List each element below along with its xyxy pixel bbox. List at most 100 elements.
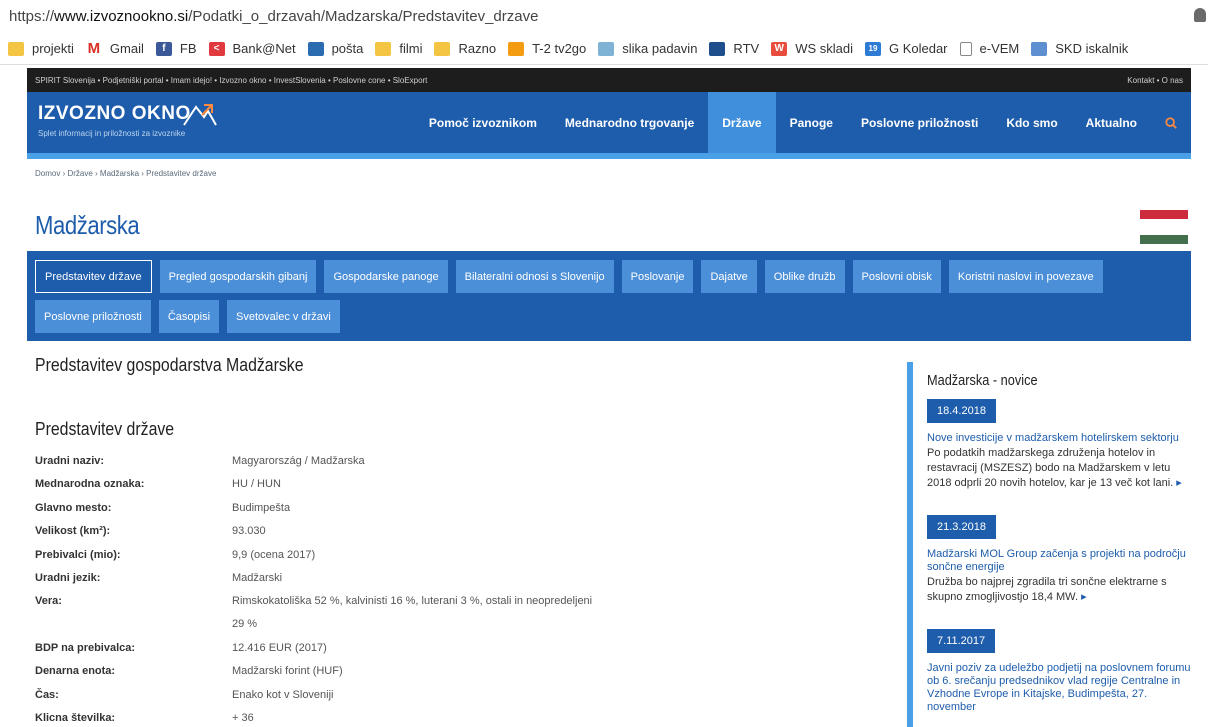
- country-tabs: Predstavitev države Pregled gospodarskih …: [27, 251, 1191, 341]
- calendar-icon: 19: [864, 41, 881, 56]
- fact-label: BDP na prebivalca:: [35, 641, 136, 654]
- fact-value-line: Rimskokatoliška 52 %, kalvinisti 16 %, l…: [232, 595, 593, 607]
- bookmark-11[interactable]: 19 G Koledar: [864, 41, 948, 56]
- bookmark-10[interactable]: W WS skladi: [771, 41, 853, 56]
- fact-label: Prebivalci (mio):: [35, 548, 121, 561]
- news-title-link[interactable]: Nove investicije v madžarskem hotelirske…: [927, 432, 1197, 445]
- nav-item-3[interactable]: Panoge: [776, 92, 847, 153]
- tab-10[interactable]: Časopisi: [158, 300, 220, 333]
- nav-item-0[interactable]: Pomoč izvoznikom: [415, 92, 551, 153]
- bookmark-2[interactable]: f FB: [155, 41, 197, 56]
- search-icon[interactable]: [1151, 92, 1191, 153]
- site-logo[interactable]: IZVOZNO OKNO Splet informacij in priložn…: [38, 103, 191, 138]
- fact-row: Velikost (km²): 93.030: [35, 520, 855, 544]
- nav-item-4[interactable]: Poslovne priložnosti: [847, 92, 992, 153]
- news-title-link[interactable]: Madžarski MOL Group začenja s projekti n…: [927, 548, 1197, 574]
- skd-icon: [1031, 41, 1048, 56]
- read-more-arrow-icon[interactable]: ▸: [1081, 591, 1087, 603]
- bookmark-label: T-2 tv2go: [532, 41, 587, 56]
- bookmark-7[interactable]: T-2 tv2go: [508, 41, 586, 56]
- fact-row: Čas: Enako kot v Sloveniji: [35, 683, 855, 707]
- bookmark-4[interactable]: pošta: [307, 41, 363, 56]
- bookmark-label: slika padavin: [622, 41, 698, 56]
- tab-11[interactable]: Svetovalec v državi: [227, 300, 340, 333]
- tab-0[interactable]: Predstavitev države: [35, 260, 152, 293]
- bookmark-1[interactable]: M Gmail: [86, 40, 144, 57]
- fact-value-line: 12.416 EUR (2017): [232, 641, 327, 654]
- bookmark-label: RTV: [733, 41, 760, 56]
- folder-icon: [434, 41, 451, 56]
- page-title: Madžarska: [35, 210, 140, 240]
- nav-item-2[interactable]: Države: [708, 92, 776, 153]
- flag-stripe-red: [1140, 210, 1188, 219]
- bookmark-9[interactable]: RTV: [709, 41, 759, 56]
- fact-label: Uradni jezik:: [35, 572, 101, 585]
- bookmark-8[interactable]: slika padavin: [598, 41, 697, 56]
- fact-label: Glavno mesto:: [35, 501, 112, 514]
- rtv-icon: [709, 41, 726, 56]
- tab-8[interactable]: Koristni naslovi in povezave: [948, 260, 1103, 293]
- main-navigation: IZVOZNO OKNO Splet informacij in priložn…: [27, 92, 1191, 159]
- tab-7[interactable]: Poslovni obisk: [852, 260, 941, 293]
- fact-row: Glavno mesto: Budimpešta: [35, 496, 855, 520]
- bookmark-12[interactable]: e-VEM: [959, 41, 1020, 56]
- document-icon: [959, 41, 972, 56]
- fact-row: Mednarodna oznaka: HU / HUN: [35, 473, 855, 497]
- fact-row: Denarna enota: Madžarski forint (HUF): [35, 660, 855, 684]
- url-prefix: https://: [9, 8, 55, 25]
- bookmark-0[interactable]: projekti: [8, 41, 74, 56]
- top-right-links[interactable]: Kontakt • O nas: [1127, 76, 1183, 85]
- fact-value: Enako kot v Sloveniji: [232, 689, 334, 701]
- fact-value: 93.030: [232, 525, 266, 537]
- tab-1[interactable]: Pregled gospodarskih gibanj: [159, 260, 317, 293]
- bookmark-6[interactable]: Razno: [434, 41, 496, 56]
- news-summary-text: Po podatkih madžarskega združenja hotelo…: [927, 447, 1174, 489]
- tab-9[interactable]: Poslovne priložnosti: [35, 300, 151, 333]
- nav-items: Pomoč izvoznikom Mednarodno trgovanje Drža…: [415, 92, 1191, 153]
- fact-row: Uradni naziv: Magyarország / Madžarska: [35, 449, 855, 473]
- fact-value-line: Madžarski: [232, 572, 283, 585]
- breadcrumb[interactable]: Domov › Države › Madžarska › Predstavite…: [35, 169, 216, 178]
- bookmark-label: FB: [179, 41, 197, 56]
- news-spacer: [927, 605, 1197, 619]
- extension-icon[interactable]: [1194, 8, 1206, 22]
- tab-2[interactable]: Gospodarske panoge: [324, 260, 448, 293]
- bookmark-5[interactable]: filmi: [375, 41, 422, 56]
- browser-address-bar[interactable]: https://www.izvoznookno.si/Podatki_o_drz…: [0, 0, 1208, 33]
- news-date-badge: 7.11.2017: [927, 629, 996, 653]
- fact-value: Madžarski: [232, 572, 282, 584]
- subsection-heading: Predstavitev države: [35, 419, 175, 439]
- fact-value-line: 93.030: [232, 525, 266, 538]
- fact-row: Uradni jezik: Madžarski: [35, 567, 855, 591]
- bookmark-label: SKD iskalnik: [1055, 41, 1129, 56]
- read-more-arrow-icon[interactable]: ▸: [1176, 477, 1182, 489]
- bookmark-3[interactable]: < Bank@Net: [208, 41, 296, 56]
- fact-value: HU / HUN: [232, 478, 281, 490]
- tab-5[interactable]: Dajatve: [701, 260, 757, 293]
- fact-row: Klicna številka: + 36: [35, 707, 855, 727]
- flag-stripe-white: [1140, 219, 1188, 235]
- tab-4[interactable]: Poslovanje: [621, 260, 694, 293]
- top-links[interactable]: SPIRIT Slovenija • Podjetniški portal • …: [35, 76, 427, 85]
- news-summary-text: Družba bo najprej zgradila tri sončne el…: [927, 576, 1167, 603]
- tab-6[interactable]: Oblike družb: [764, 260, 845, 293]
- fact-value-line: 9,9 (ocena 2017): [232, 548, 316, 561]
- mail-icon: [307, 41, 324, 56]
- nav-item-5[interactable]: Kdo smo: [992, 92, 1071, 153]
- bookmark-13[interactable]: SKD iskalnik: [1031, 41, 1128, 56]
- fact-row: BDP na prebivalca: 12.416 EUR (2017): [35, 636, 855, 660]
- nav-item-6[interactable]: Aktualno: [1072, 92, 1151, 153]
- fact-value: + 36: [232, 712, 254, 724]
- url-text[interactable]: https://www.izvoznookno.si/Podatki_o_drz…: [9, 8, 538, 25]
- fact-value: Magyarország / Madžarska: [232, 455, 365, 467]
- bookmark-label: G Koledar: [888, 41, 948, 56]
- news-title-link[interactable]: Javni poziv za udeležbo podjetij na posl…: [927, 662, 1197, 714]
- news-list: 18.4.2018 Nove investicije v madžarskem h…: [927, 399, 1197, 714]
- nav-item-1[interactable]: Mednarodno trgovanje: [551, 92, 708, 153]
- bookmark-label: e-VEM: [979, 41, 1020, 56]
- tab-3[interactable]: Bilateralni odnosi s Slovenijo: [455, 260, 614, 293]
- tv-icon: [508, 41, 525, 56]
- fact-label: Denarna enota:: [35, 665, 116, 678]
- bookmark-label: Gmail: [109, 41, 144, 56]
- country-facts-table: Uradni naziv: Magyarország / Madžarska Med…: [35, 449, 855, 727]
